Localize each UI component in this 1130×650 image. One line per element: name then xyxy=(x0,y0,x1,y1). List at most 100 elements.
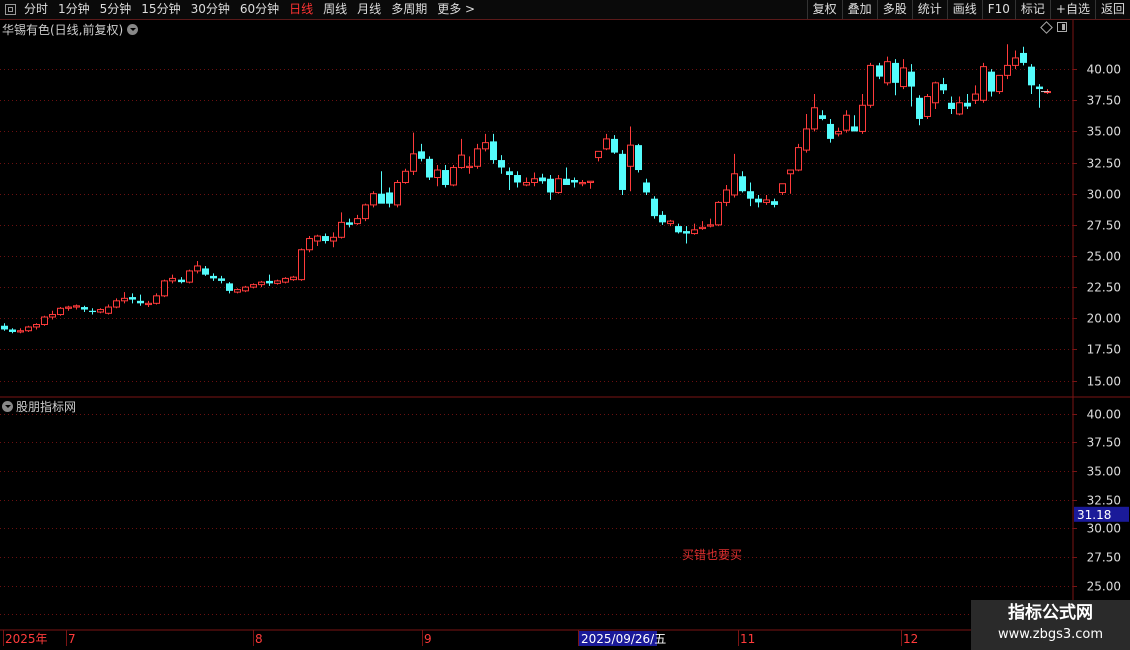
candle-body-down xyxy=(851,126,858,132)
candle-body-down xyxy=(442,170,449,185)
chevron-down-icon[interactable] xyxy=(2,401,13,412)
candle-body-down xyxy=(571,180,578,183)
candle-body-up xyxy=(972,93,979,101)
candle-body-up xyxy=(523,181,530,186)
candle-body-up xyxy=(699,226,706,230)
candle-body-up xyxy=(715,201,722,226)
candle-body-up xyxy=(370,193,377,206)
candle-body-up xyxy=(153,295,160,304)
candle-body-up xyxy=(835,130,842,135)
candle-body-up xyxy=(474,148,481,167)
candle-body-up xyxy=(410,153,417,172)
candle-body-down xyxy=(218,278,225,281)
candle-body-down xyxy=(322,236,329,242)
x-tick-label: 12 xyxy=(903,632,918,646)
candle-body-down xyxy=(771,201,778,205)
y-tick-label: 22.50 xyxy=(1087,281,1121,295)
candle-body-up xyxy=(996,74,1003,93)
candle-body-up xyxy=(627,144,634,167)
y-tick-label: 37.50 xyxy=(1087,94,1121,108)
candle-body-up xyxy=(145,302,152,306)
candle-body-up xyxy=(795,147,802,171)
candle-body-up xyxy=(97,309,104,313)
candle-body-down xyxy=(506,171,513,176)
indicator-annotation: 买错也要买 xyxy=(682,548,743,562)
candle-body-up xyxy=(194,265,201,272)
candle-body-down xyxy=(1036,86,1043,90)
main-chart-title-text: 华锡有色(日线,前复权) xyxy=(2,23,124,37)
panel-toggle-icon[interactable] xyxy=(1057,22,1067,32)
candle-body-up xyxy=(924,96,931,117)
candle-body-down xyxy=(9,329,16,332)
candle-body-down xyxy=(819,115,826,119)
candle-body-down xyxy=(948,102,955,109)
candle-body-up xyxy=(595,150,602,159)
candle-body-up xyxy=(803,128,810,151)
main-chart-title[interactable]: 华锡有色(日线,前复权) xyxy=(2,21,139,38)
candle-body-up xyxy=(1004,64,1011,76)
chevron-down-icon[interactable] xyxy=(127,24,139,35)
candle-body-down xyxy=(346,222,353,225)
candle-body-down xyxy=(659,214,666,223)
candle-body-up xyxy=(274,280,281,284)
y-tick-label: 35.00 xyxy=(1087,465,1121,479)
candle-body-down xyxy=(683,231,690,234)
candle-body-down xyxy=(137,300,144,304)
candle-body-up xyxy=(57,307,64,316)
candle-body-down xyxy=(202,268,209,275)
candle-body-up xyxy=(1012,57,1019,66)
candle-body-up xyxy=(900,67,907,88)
candle-body-up xyxy=(314,235,321,242)
candle-body-up xyxy=(450,167,457,186)
candle-body-up xyxy=(579,181,586,185)
candle-body-up xyxy=(362,204,369,220)
candle-body-down xyxy=(547,178,554,193)
sub-chart-title-text: 股朋指标网 xyxy=(16,400,77,414)
candle-body-up xyxy=(17,330,24,333)
candle-body-down xyxy=(1,325,8,330)
x-tick-label: 7 xyxy=(68,632,76,646)
candle-body-down xyxy=(1028,66,1035,86)
candle-body-up xyxy=(434,169,441,179)
y-tick-label: 30.00 xyxy=(1087,188,1121,202)
candle-body-up xyxy=(282,277,289,283)
candle-body-down xyxy=(755,198,762,203)
candle-body-down xyxy=(81,307,88,310)
candle-body-down xyxy=(210,275,217,279)
stock-chart[interactable]: 40.00 37.50 35.00 32.50 30.00 27.50 25.00 22.50… xyxy=(0,0,1130,650)
candle-body-up xyxy=(779,183,786,193)
candle-body-up xyxy=(113,300,120,308)
candle-body-down xyxy=(940,84,947,91)
y-tick-label: 25.00 xyxy=(1087,580,1121,594)
candle-body-up xyxy=(242,286,249,292)
candle-body-up xyxy=(49,314,56,318)
candle-body-down xyxy=(498,160,505,168)
chart-corner-controls xyxy=(1040,20,1067,34)
candle-body-up xyxy=(691,229,698,235)
candle-body-up xyxy=(306,238,313,251)
y-tick-label: 25.00 xyxy=(1087,250,1121,264)
x-tick-label: 11 xyxy=(740,632,755,646)
candle-body-down xyxy=(675,226,682,233)
x-tick-label: 9 xyxy=(424,632,432,646)
candle-body-up xyxy=(587,180,594,183)
y-tick-label: 35.00 xyxy=(1087,125,1121,139)
candle-body-up xyxy=(186,270,193,283)
candle-body-up xyxy=(867,64,874,106)
candle-body-up xyxy=(723,189,730,203)
candle-body-down xyxy=(178,279,185,283)
y-tick-label: 30.00 xyxy=(1087,522,1121,536)
sub-chart-title[interactable]: 股朋指标网 xyxy=(2,398,76,415)
candle-body-up xyxy=(41,316,48,325)
y-tick-label: 40.00 xyxy=(1087,408,1121,422)
candle-body-down xyxy=(89,310,96,313)
candle-body-down xyxy=(490,141,497,161)
x-tick-label: 8 xyxy=(255,632,263,646)
y-tick-label: 32.50 xyxy=(1087,494,1121,508)
watermark: 指标公式网 www.zbgs3.com xyxy=(971,600,1130,650)
candle-body-up xyxy=(843,114,850,131)
diamond-icon[interactable] xyxy=(1040,20,1053,34)
candle-body-down xyxy=(418,151,425,159)
candle-body-up xyxy=(258,281,265,286)
candle-body-down xyxy=(619,153,626,190)
